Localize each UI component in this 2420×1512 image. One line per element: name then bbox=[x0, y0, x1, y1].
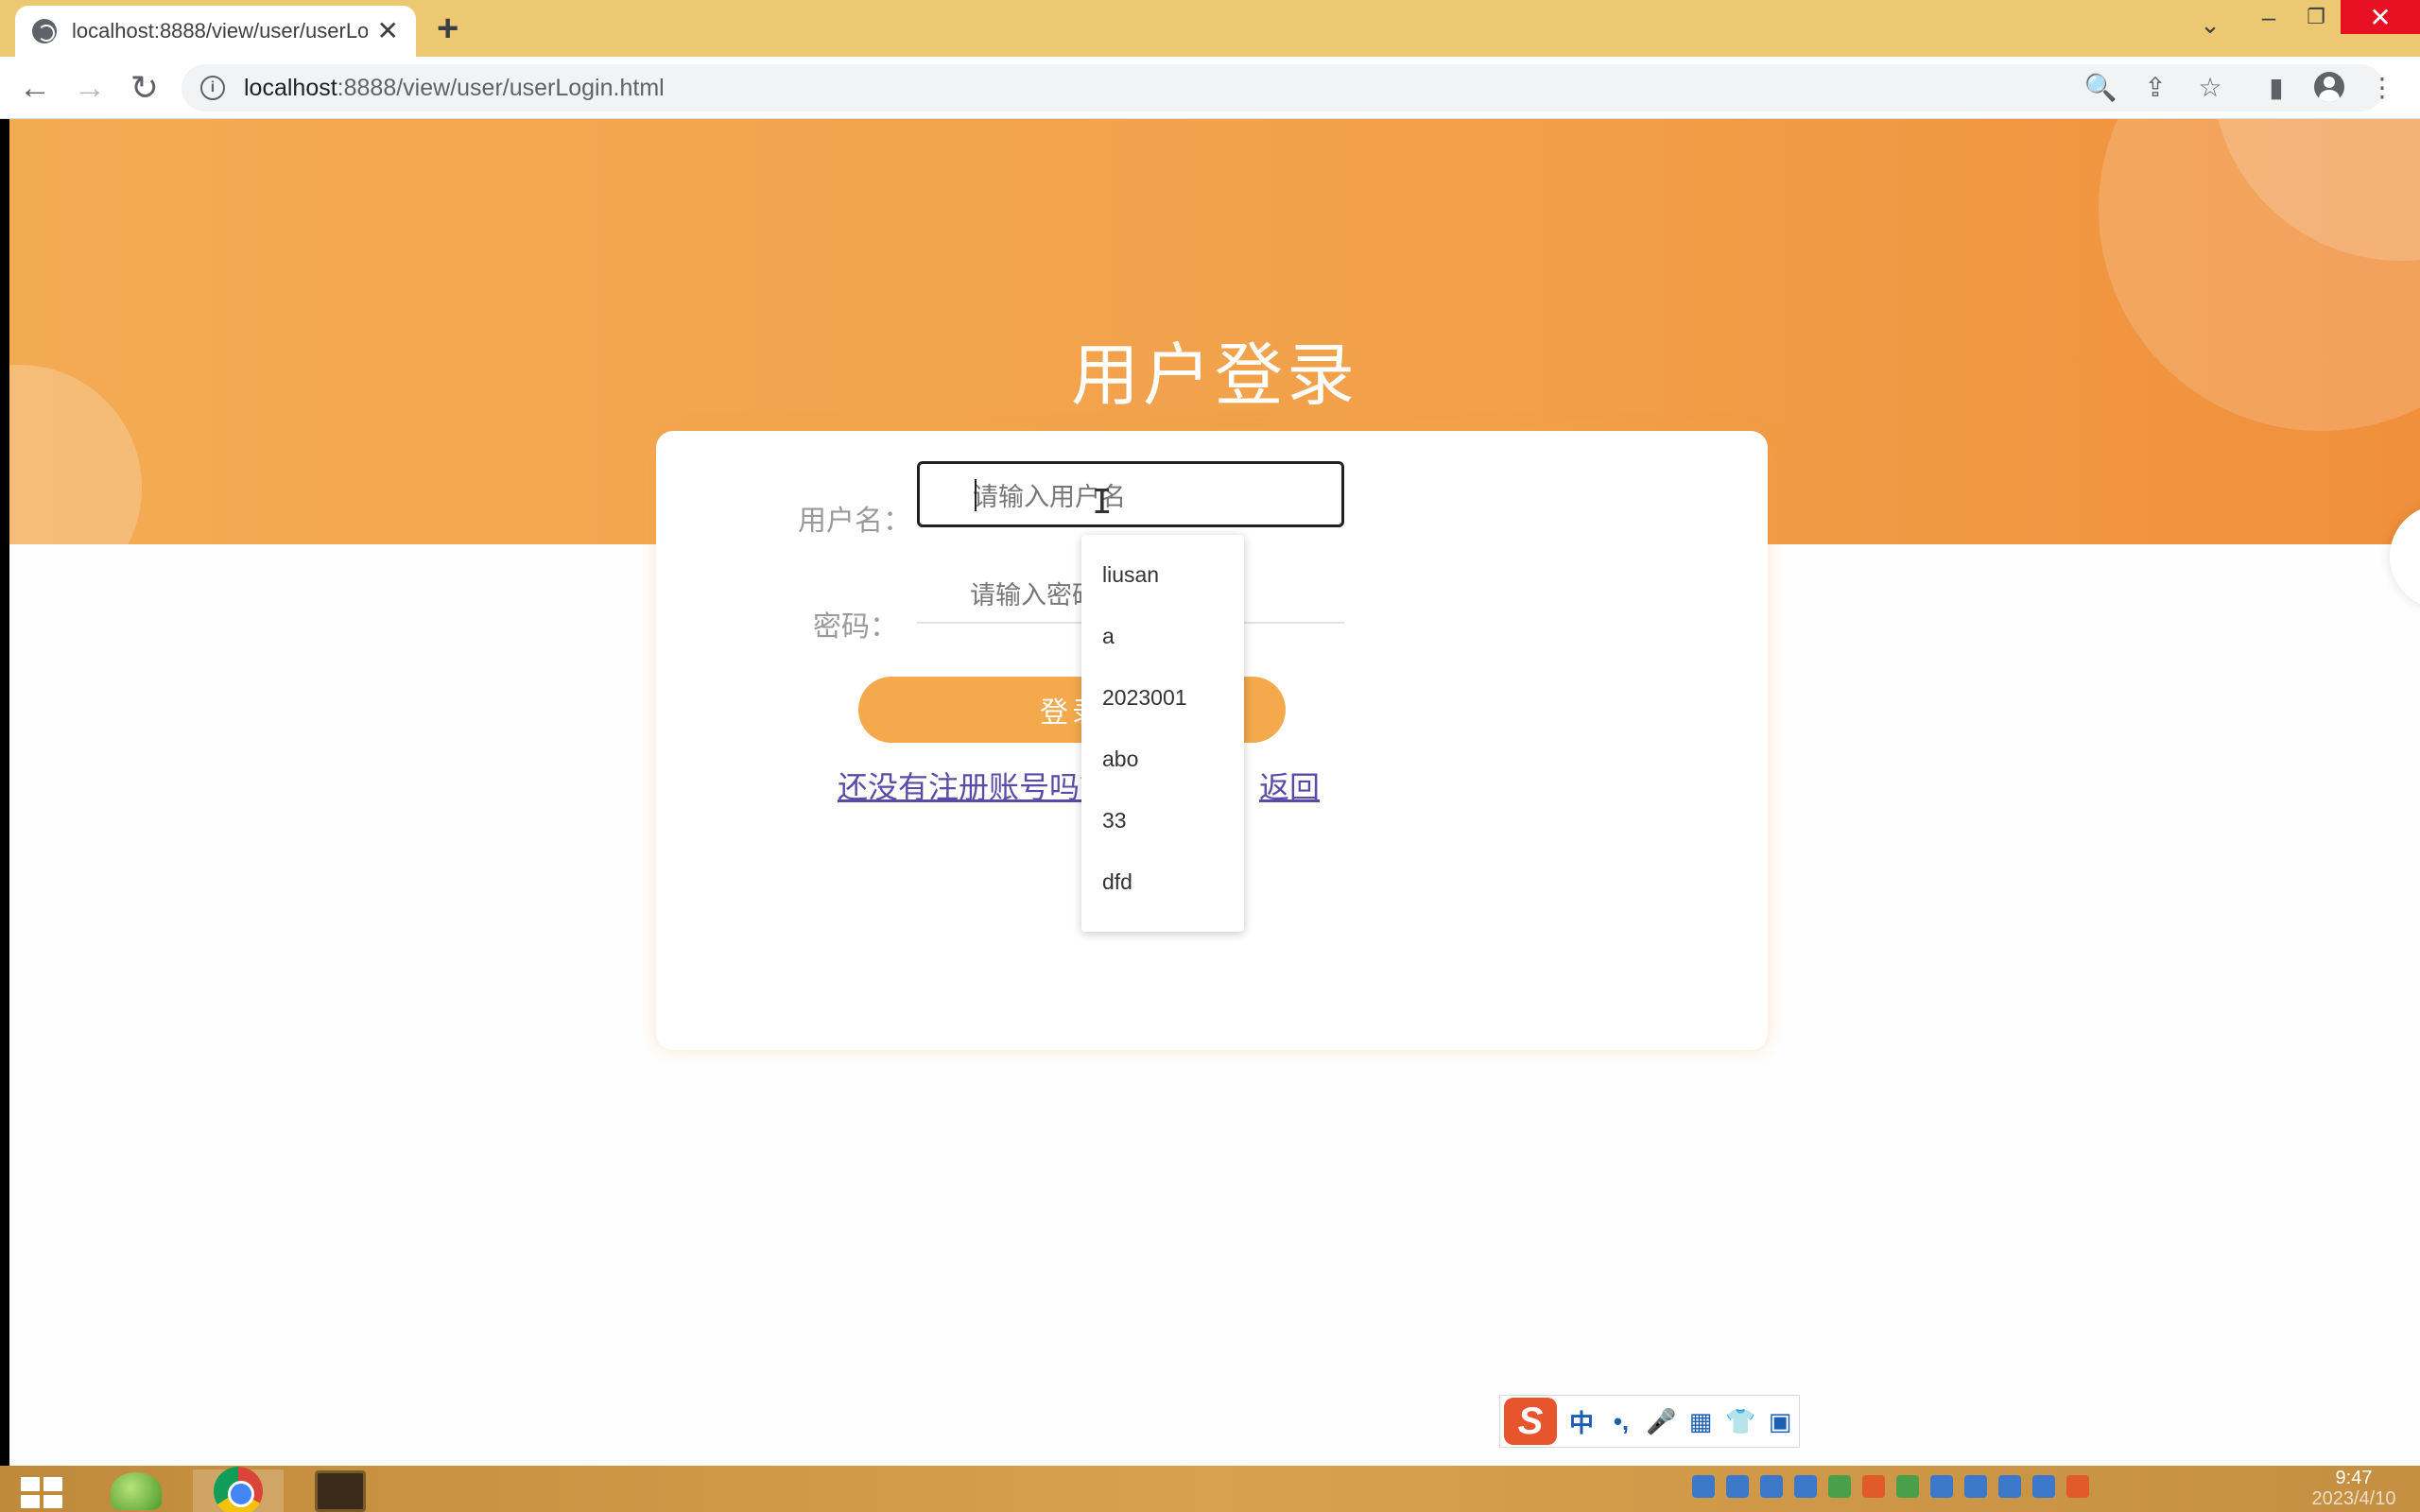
profile-button[interactable] bbox=[2310, 68, 2348, 106]
browser-tab-bar: localhost:8888/view/user/userLogin.html … bbox=[0, 0, 2420, 57]
sogou-tray-icon[interactable] bbox=[2066, 1475, 2089, 1498]
forward-button[interactable]: → bbox=[68, 66, 112, 110]
page-title: 用户登录 bbox=[1070, 338, 1358, 414]
autocomplete-item[interactable]: 33 bbox=[1081, 790, 1244, 851]
tab-title: localhost:8888/view/user/userLogin.html bbox=[72, 19, 368, 43]
autocomplete-item[interactable]: a bbox=[1081, 606, 1244, 667]
globe-icon bbox=[32, 19, 57, 43]
tray-icon[interactable] bbox=[1998, 1475, 2021, 1498]
ime-chinese-mode[interactable]: 中 bbox=[1566, 1404, 1597, 1439]
ime-toolbox-icon[interactable]: ▣ bbox=[1765, 1407, 1795, 1436]
back-link[interactable]: 返回 bbox=[1259, 764, 1320, 807]
password-placeholder: 请输入密码 bbox=[970, 580, 1098, 610]
tray-icon[interactable] bbox=[1964, 1475, 1987, 1498]
tray-icon[interactable] bbox=[1862, 1475, 1885, 1498]
ime-skin-icon[interactable]: 👕 bbox=[1725, 1407, 1755, 1436]
bookmark-star-icon[interactable]: ☆ bbox=[2191, 68, 2229, 106]
ime-keyboard-icon[interactable]: ▦ bbox=[1685, 1407, 1716, 1436]
username-label: 用户名： bbox=[798, 506, 911, 537]
minimize-button[interactable]: – bbox=[2250, 0, 2288, 34]
share-icon[interactable]: ⇪ bbox=[2136, 68, 2174, 106]
text-cursor-icon: I bbox=[1092, 483, 1113, 522]
tray-icon[interactable] bbox=[2032, 1475, 2055, 1498]
username-input[interactable]: 请输入用户名 I bbox=[917, 461, 1344, 527]
volume-icon[interactable] bbox=[1930, 1475, 1953, 1498]
password-label: 密码： bbox=[813, 611, 898, 643]
tray-icon[interactable] bbox=[1726, 1475, 1749, 1498]
tray-icon[interactable] bbox=[1692, 1475, 1715, 1498]
tray-icon[interactable] bbox=[1760, 1475, 1783, 1498]
side-panel-icon[interactable]: ▮ bbox=[2257, 68, 2295, 106]
close-window-button[interactable]: ✕ bbox=[2341, 0, 2420, 34]
windows-taskbar: 9:47 2023/4/10 bbox=[0, 1466, 2420, 1512]
site-info-icon[interactable]: i bbox=[200, 76, 225, 100]
sogou-logo-icon[interactable]: S bbox=[1504, 1398, 1557, 1445]
taskbar-chrome-icon[interactable] bbox=[193, 1466, 284, 1512]
avatar-icon bbox=[2314, 72, 2344, 102]
browser-tab[interactable]: localhost:8888/view/user/userLogin.html … bbox=[15, 6, 416, 57]
taskbar-app-game-icon[interactable] bbox=[295, 1469, 386, 1512]
autocomplete-item[interactable]: 2023001 bbox=[1081, 667, 1244, 729]
tab-search-icon[interactable]: ⌄ bbox=[2191, 8, 2229, 42]
address-bar[interactable]: i localhost:8888/view/user/userLogin.htm… bbox=[182, 64, 2384, 112]
ime-punctuation-icon[interactable]: •, bbox=[1606, 1407, 1636, 1436]
autocomplete-item[interactable]: abo bbox=[1081, 729, 1244, 790]
autocomplete-item[interactable]: dfd bbox=[1081, 851, 1244, 913]
clock-date: 2023/4/10 bbox=[2311, 1488, 2396, 1509]
windows-start-icon[interactable] bbox=[15, 1473, 68, 1512]
back-button[interactable]: ← bbox=[13, 66, 57, 110]
reload-button[interactable]: ↻ bbox=[123, 66, 166, 110]
tray-icon[interactable] bbox=[1828, 1475, 1851, 1498]
new-tab-button[interactable]: + bbox=[437, 8, 458, 49]
network-icon[interactable] bbox=[1896, 1475, 1919, 1498]
ime-toolbar: S 中 •, 🎤 ▦ 👕 ▣ bbox=[1499, 1395, 1800, 1448]
page-content: 用户登录 用户名： 请输入用户名 I 密码： 请输入密码 登录 还没有注册账号吗… bbox=[9, 119, 2420, 1466]
zoom-icon[interactable]: 🔍 bbox=[2082, 68, 2119, 106]
url-host: localhost bbox=[244, 74, 337, 101]
browser-toolbar: ← → ↻ i localhost:8888/view/user/userLog… bbox=[0, 57, 2420, 119]
maximize-button[interactable]: ❐ bbox=[2297, 0, 2335, 34]
ime-microphone-icon[interactable]: 🎤 bbox=[1646, 1407, 1676, 1436]
tab-close-icon[interactable]: ✕ bbox=[377, 18, 399, 44]
tray-icon[interactable] bbox=[1794, 1475, 1817, 1498]
taskbar-clock[interactable]: 9:47 2023/4/10 bbox=[2307, 1468, 2401, 1509]
browser-menu-icon[interactable]: ⋮ bbox=[2363, 68, 2401, 106]
taskbar-app-green-icon[interactable] bbox=[91, 1469, 182, 1512]
system-tray bbox=[1692, 1475, 2089, 1498]
clock-time: 9:47 bbox=[2335, 1468, 2373, 1488]
autocomplete-dropdown: liusan a 2023001 abo 33 dfd bbox=[1081, 535, 1244, 932]
url-path: :8888/view/user/userLogin.html bbox=[337, 74, 665, 101]
autocomplete-item[interactable]: liusan bbox=[1081, 544, 1244, 606]
